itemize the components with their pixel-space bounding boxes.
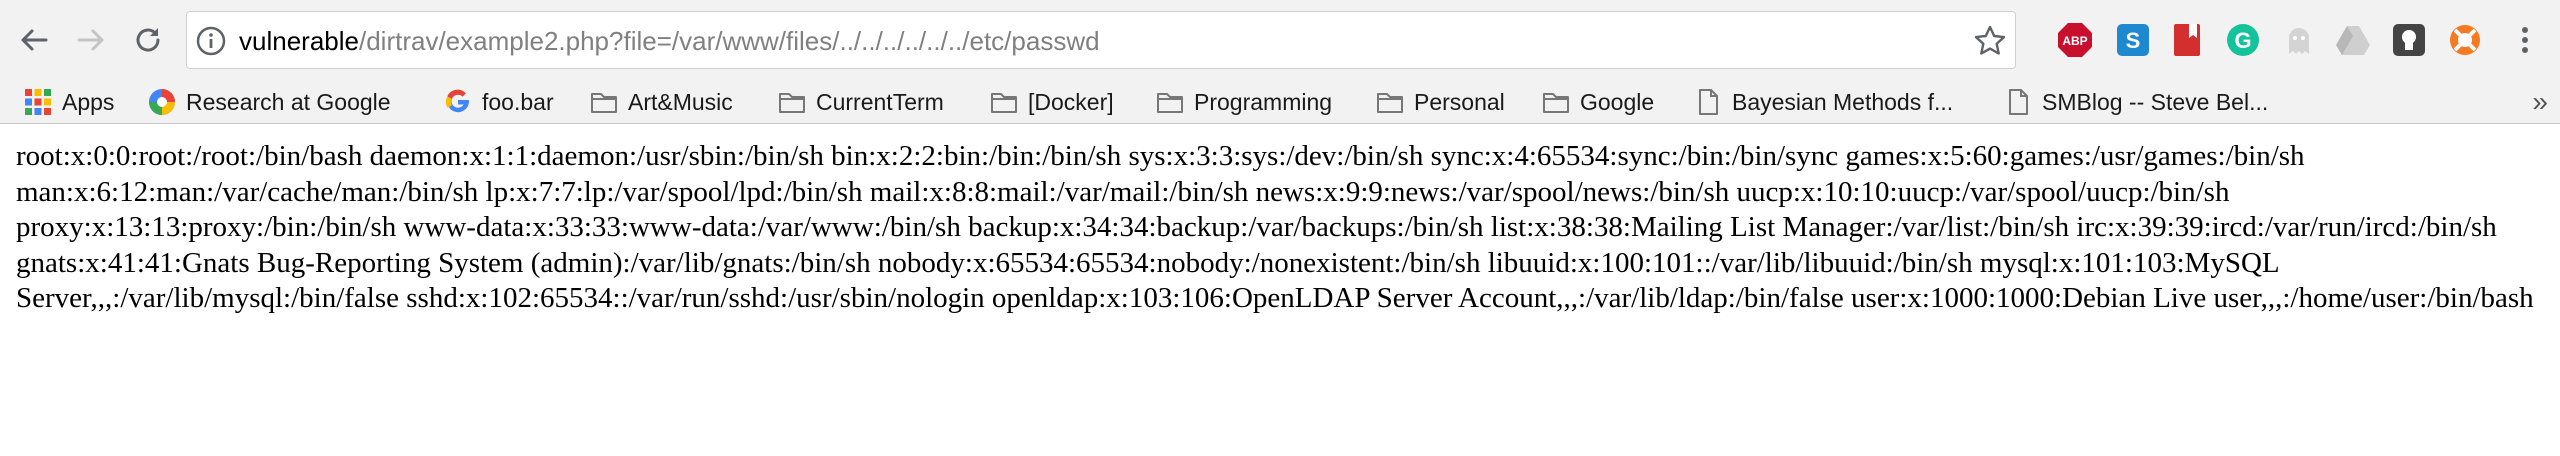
folder-icon	[779, 93, 805, 113]
bookmark-label: CurrentTerm	[816, 88, 944, 115]
research-icon	[149, 89, 175, 115]
star-icon[interactable]	[1973, 24, 2007, 58]
bookmark-label: [Docker]	[1028, 88, 1114, 115]
apps-grid-icon	[25, 89, 51, 115]
bookmark-folder-personal[interactable]: Personal	[1376, 84, 1505, 120]
bookmark-folder-google[interactable]: Google	[1542, 84, 1654, 120]
bookmark-label: Programming	[1194, 88, 1333, 115]
google-icon	[445, 89, 469, 113]
bookmark-apps[interactable]: Apps	[24, 84, 114, 120]
skype-extension-icon[interactable]: S	[2114, 21, 2152, 59]
page-icon	[1699, 89, 1718, 115]
adblock-plus-extension-icon[interactable]: ABP	[2056, 21, 2094, 59]
bookmarks-overflow-chevron-icon[interactable]: »	[2532, 84, 2548, 120]
url-text[interactable]: vulnerable/dirtrav/example2.php?file=/va…	[239, 24, 1100, 58]
bookmark-folder-programming[interactable]: Programming	[1156, 84, 1332, 120]
lightbulb-extension-icon[interactable]	[2390, 21, 2428, 59]
bookmark-label: Bayesian Methods f...	[1732, 88, 1954, 115]
page-icon	[2009, 89, 2028, 115]
bookmark-folder-docker[interactable]: [Docker]	[990, 84, 1114, 120]
bookmark-foo-bar[interactable]: foo.bar	[444, 84, 554, 120]
bookmark-folder-art-music[interactable]: Art&Music	[590, 84, 733, 120]
svg-text:ABP: ABP	[2062, 34, 2087, 48]
folder-icon	[1157, 93, 1183, 113]
forward-icon[interactable]	[67, 16, 115, 64]
bookmark-label: Art&Music	[628, 88, 733, 115]
browser-toolbar: vulnerable/dirtrav/example2.php?file=/va…	[0, 0, 2560, 80]
url-host: vulnerable	[239, 26, 359, 56]
url-path: /dirtrav/example2.php?file=/var/www/file…	[358, 26, 1100, 56]
svg-text:G: G	[2234, 28, 2251, 53]
bookmark-label: Apps	[62, 88, 115, 115]
bookmark-folder-currentterm[interactable]: CurrentTerm	[778, 84, 944, 120]
folder-icon	[1543, 93, 1569, 113]
grammarly-extension-icon[interactable]: G	[2224, 21, 2262, 59]
bookmark-label: Google	[1580, 88, 1655, 115]
bookmarks-bar: Apps Research at Google foo.bar Art&Musi…	[0, 80, 2560, 124]
bookmark-extension-icon[interactable]	[2168, 21, 2206, 59]
bookmark-label: SMBlog -- Steve Bel...	[2042, 88, 2269, 115]
bookmark-research-at-google[interactable]: Research at Google	[148, 84, 391, 120]
drive-extension-icon[interactable]	[2334, 21, 2372, 59]
address-bar[interactable]: vulnerable/dirtrav/example2.php?file=/va…	[186, 11, 2016, 69]
bookmark-bayesian-methods[interactable]: Bayesian Methods f...	[1694, 84, 1953, 120]
bookmark-smblog[interactable]: SMBlog -- Steve Bel...	[2004, 84, 2268, 120]
folder-icon	[591, 93, 617, 113]
ghost-extension-icon[interactable]	[2280, 21, 2318, 59]
back-icon[interactable]	[10, 16, 58, 64]
menu-icon[interactable]	[2506, 21, 2544, 59]
page-body-text: root:x:0:0:root:/root:/bin/bash daemon:x…	[16, 140, 2534, 314]
reload-icon[interactable]	[124, 16, 172, 64]
bookmark-label: Personal	[1414, 88, 1505, 115]
lifebuoy-extension-icon[interactable]	[2446, 21, 2484, 59]
bookmark-label: foo.bar	[482, 88, 554, 115]
bookmark-label: Research at Google	[186, 88, 391, 115]
info-icon[interactable]	[195, 25, 227, 57]
folder-icon	[991, 93, 1017, 113]
folder-icon	[1377, 93, 1403, 113]
svg-text:S: S	[2126, 28, 2141, 53]
